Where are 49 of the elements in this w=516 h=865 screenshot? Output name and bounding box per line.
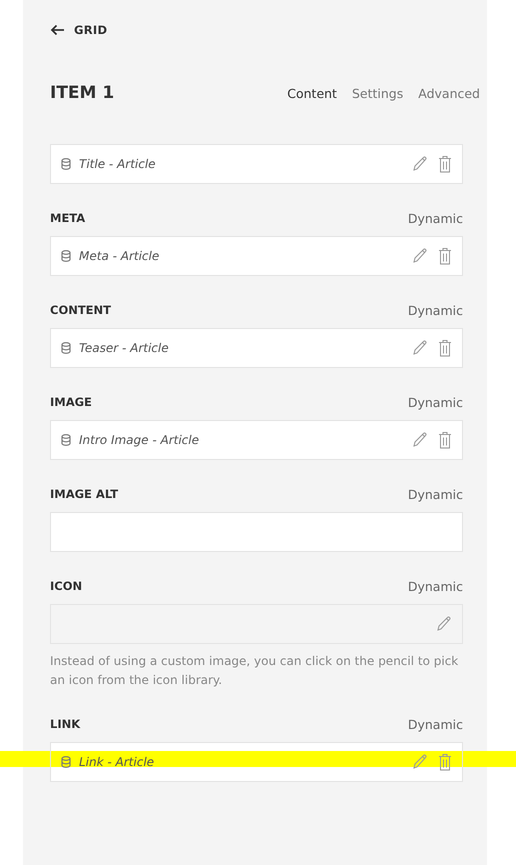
trash-icon[interactable]	[438, 431, 452, 449]
field-label: ICON	[50, 579, 82, 593]
database-icon	[61, 756, 71, 768]
tab[interactable]: Content	[287, 86, 337, 100]
input-field[interactable]	[50, 512, 463, 552]
source-label: Dynamic	[408, 716, 463, 732]
trash-icon[interactable]	[438, 155, 452, 173]
trash-icon[interactable]	[438, 247, 452, 265]
help-text: Instead of using a custom image, you can click on the pencil to pick an icon from the icon library.	[50, 653, 460, 689]
database-icon	[61, 158, 71, 170]
source-label: Dynamic	[408, 302, 463, 318]
tab[interactable]: Advanced	[418, 86, 480, 100]
field-value: Title - Article	[79, 157, 157, 171]
dynamic-field[interactable]: Title - Article	[50, 144, 463, 184]
field-value: Teaser - Article	[79, 341, 170, 355]
pencil-icon[interactable]	[436, 616, 452, 632]
database-icon	[61, 434, 71, 446]
field-value: Intro Image - Article	[79, 433, 200, 447]
field-label: META	[50, 211, 86, 225]
pencil-icon[interactable]	[412, 432, 428, 448]
dynamic-field[interactable]: Teaser - Article	[50, 328, 463, 368]
field-label: IMAGE	[50, 395, 92, 409]
source-label: Dynamic	[408, 486, 463, 502]
back-arrow-icon	[50, 24, 65, 36]
field-value: Meta - Article	[79, 249, 160, 263]
dynamic-field[interactable]: Meta - Article	[50, 236, 463, 276]
back-link[interactable]: GRID	[50, 19, 108, 41]
source-label: Dynamic	[408, 578, 463, 594]
item-title: ITEM 1	[50, 83, 114, 103]
field-label: LINK	[50, 717, 80, 731]
tab[interactable]: Settings	[352, 86, 404, 100]
pencil-icon[interactable]	[412, 156, 428, 172]
pencil-icon[interactable]	[412, 248, 428, 264]
pencil-icon[interactable]	[412, 340, 428, 356]
field-value: Link - Article	[79, 755, 156, 769]
source-label: Dynamic	[408, 210, 463, 226]
pencil-icon[interactable]	[412, 754, 428, 770]
highlight-stroke	[0, 751, 50, 767]
trash-icon[interactable]	[438, 753, 452, 771]
source-label: Dynamic	[408, 394, 463, 410]
dynamic-field[interactable]: Intro Image - Article	[50, 420, 463, 460]
trash-icon[interactable]	[438, 339, 452, 357]
field-label: CONTENT	[50, 303, 112, 317]
highlight-stroke	[463, 751, 516, 767]
field-label: IMAGE ALT	[50, 487, 118, 501]
icon-field[interactable]	[50, 604, 463, 644]
database-icon	[61, 250, 71, 262]
dynamic-field[interactable]: Link - Article	[50, 742, 463, 782]
database-icon	[61, 342, 71, 354]
